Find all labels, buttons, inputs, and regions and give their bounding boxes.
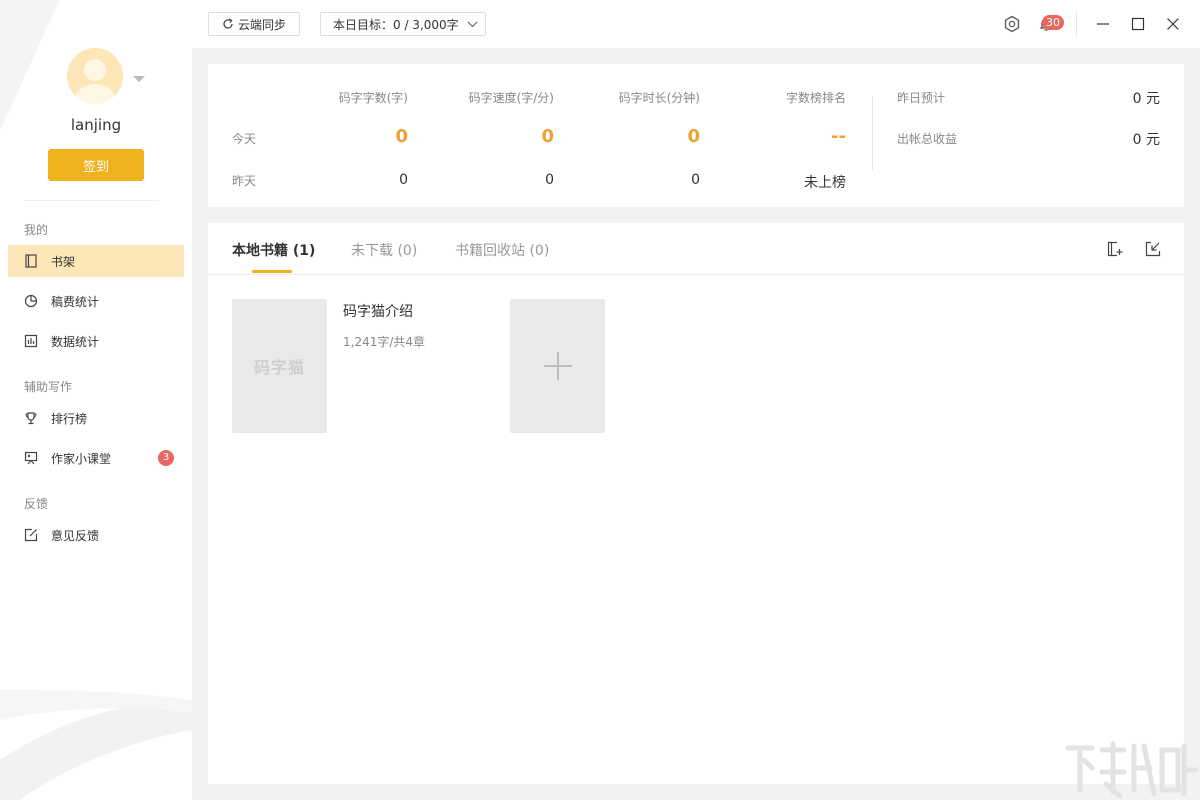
today-word-count: 0 [395, 126, 408, 147]
section-label-feedback: 反馈 [24, 497, 49, 511]
book-title[interactable]: 码字猫介绍 [343, 301, 413, 321]
writing-stats-panel: 码字字数(字) 码字速度(字/分) 码字时长(分钟) 字数榜排名 今天 昨天 0… [208, 64, 1184, 207]
sidebar-item-feedback[interactable]: 意见反馈 [8, 519, 184, 551]
stat-header-speed: 码字速度(字/分) [468, 91, 554, 105]
maximize-icon [1131, 17, 1145, 31]
stats-divider [872, 96, 873, 170]
username: lanjing [70, 116, 122, 134]
yesterday-duration: 0 [691, 172, 700, 188]
settings-button[interactable] [1002, 14, 1022, 34]
sidebar-item-writer-class[interactable]: 作家小课堂 3 [8, 442, 184, 474]
yesterday-word-count: 0 [399, 172, 408, 188]
active-tab-indicator [252, 270, 292, 273]
tab-recycle-bin[interactable]: 书籍回收站 (0) [455, 240, 549, 260]
notification-count-badge: 30 [1042, 15, 1064, 30]
sidebar-item-ranking[interactable]: 排行榜 [8, 402, 184, 434]
sidebar-item-label: 作家小课堂 [51, 451, 112, 466]
add-book-button[interactable] [510, 299, 605, 433]
checkin-button[interactable]: 签到 [48, 149, 144, 181]
sidebar: lanjing 签到 我的 书架 稿费统计 数据统计 辅助写作 排行榜 作家小课… [0, 0, 192, 800]
notification-badge: 3 [158, 450, 174, 466]
pie-chart-icon [24, 294, 38, 308]
stat-header-word-count: 码字字数(字) [338, 91, 408, 105]
sidebar-item-label: 稿费统计 [51, 294, 100, 309]
chevron-down-icon [467, 21, 478, 27]
today-duration: 0 [687, 126, 700, 147]
section-label-mine: 我的 [24, 223, 49, 237]
sidebar-item-label: 意见反馈 [51, 528, 100, 543]
bar-chart-icon [24, 334, 38, 348]
topbar-divider [1076, 12, 1077, 36]
gear-icon [1004, 15, 1020, 33]
new-book-button[interactable] [1106, 240, 1124, 258]
sidebar-item-label: 数据统计 [51, 334, 100, 349]
close-icon [1167, 18, 1179, 30]
maximize-button[interactable] [1128, 14, 1148, 34]
minimize-icon [1097, 23, 1109, 25]
top-bar: 云端同步 本日目标：0 / 3,000字 30 [192, 0, 1200, 48]
stat-header-duration: 码字时长(分钟) [618, 91, 700, 105]
bookshelf-icon [24, 254, 38, 268]
total-earnings-value: 0 元 [1132, 132, 1160, 148]
book-cover-logo: 码字猫 [253, 358, 305, 377]
today-rank: -- [831, 126, 846, 147]
caret-down-icon[interactable] [133, 76, 145, 82]
yesterday-rank: 未上榜 [804, 175, 846, 191]
sidebar-divider [24, 200, 159, 201]
yesterday-estimate-value: 0 元 [1132, 91, 1160, 107]
daily-goal-dropdown[interactable]: 本日目标：0 / 3,000字 [320, 12, 486, 36]
total-earnings-label: 出帐总收益 [897, 132, 958, 146]
new-book-icon [1107, 241, 1123, 257]
edit-icon [24, 528, 38, 542]
sidebar-item-label: 书架 [51, 254, 76, 269]
sidebar-item-fee-stats[interactable]: 稿费统计 [8, 285, 184, 317]
plus-icon [543, 352, 572, 380]
tabs-divider [208, 274, 1184, 275]
daily-goal-label: 本日目标：0 / 3,000字 [333, 17, 459, 32]
close-button[interactable] [1163, 14, 1183, 34]
yesterday-speed: 0 [545, 172, 554, 188]
tab-local-books[interactable]: 本地书籍 (1) [232, 240, 315, 260]
cloud-sync-label: 云端同步 [237, 17, 286, 32]
sidebar-item-label: 排行榜 [51, 411, 88, 426]
import-book-button[interactable] [1144, 240, 1162, 258]
section-label-assist: 辅助写作 [24, 380, 73, 394]
book-meta: 1,241字/共4章 [343, 335, 426, 349]
today-speed: 0 [541, 126, 554, 147]
tab-not-downloaded[interactable]: 未下载 (0) [351, 240, 417, 260]
import-icon [1145, 241, 1161, 257]
row-label-today: 今天 [232, 132, 257, 146]
cloud-sync-button[interactable]: 云端同步 [208, 12, 300, 36]
sidebar-item-bookshelf[interactable]: 书架 [8, 245, 184, 277]
stat-header-rank: 字数榜排名 [785, 91, 846, 105]
refresh-icon [223, 18, 233, 29]
classroom-icon [24, 451, 38, 465]
sidebar-item-data-stats[interactable]: 数据统计 [8, 325, 184, 357]
yesterday-estimate-label: 昨日预计 [897, 91, 946, 105]
row-label-yesterday: 昨天 [232, 174, 257, 188]
trophy-icon [24, 411, 38, 425]
avatar[interactable] [67, 48, 125, 106]
book-cover[interactable]: 码字猫 [232, 299, 327, 433]
books-panel: 本地书籍 (1) 未下载 (0) 书籍回收站 (0) 码字猫 码字猫介绍 1,2… [208, 223, 1184, 784]
minimize-button[interactable] [1093, 14, 1113, 34]
user-avatar-icon [67, 48, 123, 104]
